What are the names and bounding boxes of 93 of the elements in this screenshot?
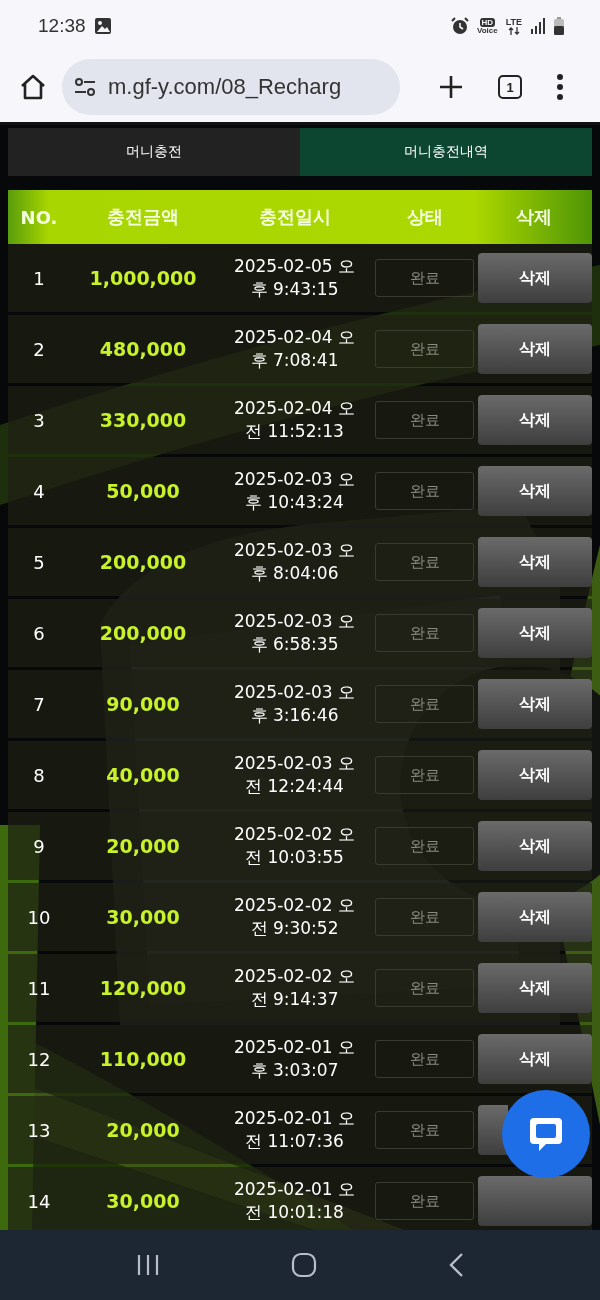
charge-datetime: 2025-02-03 오 후 8:04:06 <box>232 539 357 585</box>
tab-count[interactable]: 1 <box>498 75 522 99</box>
delete-button[interactable]: 삭제 <box>478 466 592 516</box>
charge-amount: 50,000 <box>105 480 181 502</box>
voice-label: Voice <box>476 26 498 35</box>
charge-amount: 200,000 <box>98 622 188 644</box>
delete-button[interactable]: 삭제 <box>478 608 592 658</box>
charge-datetime: 2025-02-03 오 후 6:58:35 <box>232 610 357 656</box>
row-number: 8 <box>32 764 46 786</box>
url-field[interactable]: m.gf-y.com/08_Recharg <box>62 59 400 115</box>
charge-amount: 40,000 <box>105 764 181 786</box>
status-label: 완료 <box>375 969 474 1007</box>
delete-button[interactable]: 삭제 <box>478 750 592 800</box>
status-time: 12:38 <box>38 15 86 37</box>
charge-datetime: 2025-02-02 오 전 9:30:52 <box>232 894 357 940</box>
charge-datetime: 2025-02-01 오 전 10:01:18 <box>232 1178 357 1224</box>
tab[interactable]: 머니충전내역 <box>300 128 592 176</box>
column-header: 충전일시 <box>257 205 332 229</box>
row-number: 6 <box>32 622 46 644</box>
status-label: 완료 <box>375 1182 474 1220</box>
delete-button[interactable]: 삭제 <box>478 892 592 942</box>
charge-datetime: 2025-02-03 오 전 12:24:44 <box>232 752 357 798</box>
delete-button[interactable]: 삭제 <box>478 963 592 1013</box>
status-label: 완료 <box>375 614 474 652</box>
row-number: 14 <box>26 1190 52 1212</box>
battery-icon <box>554 17 564 35</box>
charge-datetime: 2025-02-05 오 후 9:43:15 <box>232 255 357 301</box>
delete-button[interactable]: 삭제 <box>478 679 592 729</box>
delete-button[interactable]: 삭제 <box>478 1034 592 1084</box>
charge-datetime: 2025-02-03 오 후 10:43:24 <box>232 468 357 514</box>
charge-datetime: 2025-02-03 오 후 3:16:46 <box>232 681 357 727</box>
charge-amount: 30,000 <box>105 1190 181 1212</box>
tab[interactable]: 머니충전 <box>8 128 300 176</box>
row-number: 13 <box>26 1119 52 1141</box>
column-header: 삭제 <box>515 205 553 229</box>
charge-amount: 20,000 <box>105 1119 181 1141</box>
data-arrows-icon <box>507 26 520 35</box>
charge-datetime: 2025-02-04 오 후 7:08:41 <box>232 326 357 372</box>
charge-datetime: 2025-02-04 오 전 11:52:13 <box>232 397 357 443</box>
column-header: 충전금액 <box>106 205 180 229</box>
alarm-icon <box>450 17 469 35</box>
row-number: 5 <box>32 551 46 573</box>
charge-amount: 480,000 <box>98 338 188 360</box>
charge-datetime: 2025-02-01 오 전 11:07:36 <box>232 1107 357 1153</box>
status-label: 완료 <box>375 898 474 936</box>
status-label: 완료 <box>375 472 474 510</box>
image-icon <box>93 17 112 35</box>
column-header: 상태 <box>405 205 444 229</box>
charge-amount: 90,000 <box>105 693 181 715</box>
back-icon[interactable] <box>448 1252 465 1278</box>
status-label: 완료 <box>375 543 474 581</box>
site-settings-icon <box>74 78 96 96</box>
row-number: 1 <box>32 267 46 289</box>
home-button-icon[interactable] <box>291 1252 317 1278</box>
hd-label: HD <box>479 17 496 27</box>
menu-icon[interactable] <box>556 74 564 100</box>
charge-amount: 30,000 <box>105 906 181 928</box>
row-number: 12 <box>26 1048 52 1070</box>
delete-button[interactable]: 삭제 <box>478 253 592 303</box>
delete-button[interactable]: 삭제 <box>478 537 592 587</box>
row-number: 2 <box>32 338 46 360</box>
signal-icon <box>530 18 546 34</box>
status-label: 완료 <box>375 827 474 865</box>
network-label: LTE <box>505 17 522 27</box>
charge-amount: 330,000 <box>98 409 188 431</box>
row-number: 7 <box>32 693 46 715</box>
status-label: 완료 <box>375 401 474 439</box>
status-label: 완료 <box>375 685 474 723</box>
charge-amount: 200,000 <box>98 551 188 573</box>
column-header: NO. <box>19 206 59 228</box>
status-label: 완료 <box>375 330 474 368</box>
recent-apps-icon[interactable] <box>135 1254 160 1276</box>
status-label: 완료 <box>375 756 474 794</box>
row-number: 3 <box>32 409 46 431</box>
charge-datetime: 2025-02-02 오 전 10:03:55 <box>232 823 357 869</box>
charge-amount: 1,000,000 <box>88 267 198 289</box>
row-number: 10 <box>26 906 52 928</box>
delete-button[interactable]: 삭제 <box>478 324 592 374</box>
delete-button[interactable]: 삭제 <box>478 821 592 871</box>
status-label: 완료 <box>375 1040 474 1078</box>
charge-amount: 110,000 <box>98 1048 188 1070</box>
status-label: 완료 <box>375 259 474 297</box>
charge-amount: 120,000 <box>98 977 188 999</box>
charge-datetime: 2025-02-02 오 전 9:14:37 <box>232 965 357 1011</box>
new-tab-icon[interactable] <box>438 74 464 100</box>
row-number: 11 <box>26 977 52 999</box>
row-number: 9 <box>32 835 46 857</box>
charge-datetime: 2025-02-01 오 후 3:03:07 <box>232 1036 357 1082</box>
status-label: 완료 <box>375 1111 474 1149</box>
row-number: 4 <box>32 480 46 502</box>
charge-amount: 20,000 <box>105 835 181 857</box>
delete-button[interactable]: 삭제 <box>478 395 592 445</box>
url-text: m.gf-y.com/08_Recharg <box>108 74 342 100</box>
